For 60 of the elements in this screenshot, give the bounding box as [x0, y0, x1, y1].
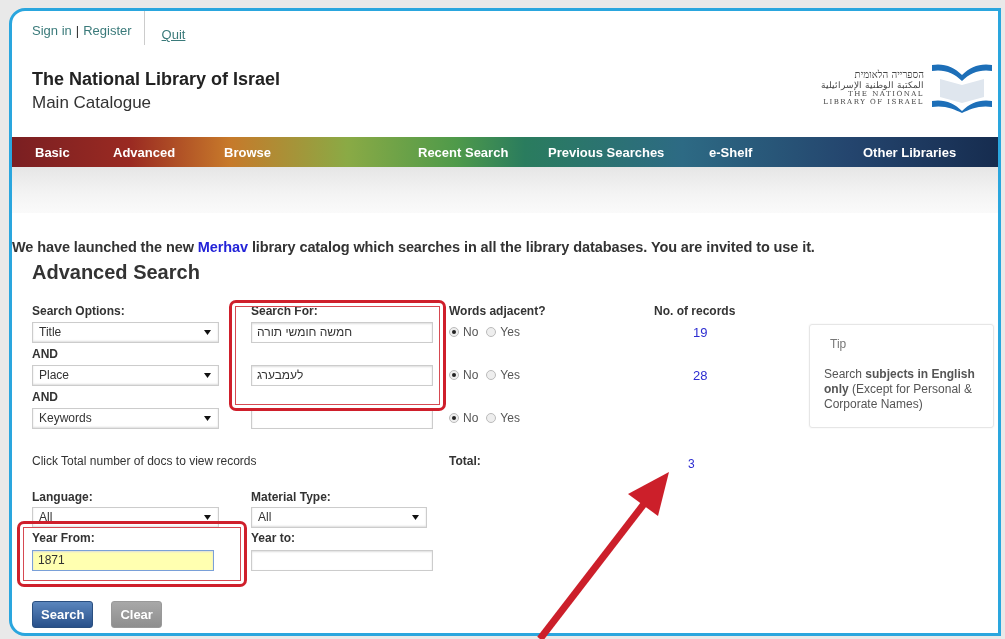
select-field[interactable]: Place [32, 364, 219, 386]
select-field[interactable]: All [251, 506, 427, 528]
nav-tab[interactable]: Basic [35, 145, 70, 160]
column-label: Search Options: [32, 304, 125, 318]
radio-button[interactable] [486, 327, 497, 337]
caret-icon [204, 514, 211, 520]
quit-link[interactable]: Quit [161, 27, 186, 42]
column-label: Words adjacent? [449, 304, 546, 318]
page-heading: Advanced Search [32, 261, 201, 284]
field-label: Year to: [251, 531, 295, 545]
field-label: Year From: [32, 531, 95, 545]
radio-button[interactable] [449, 413, 459, 423]
radio-button[interactable] [449, 370, 459, 380]
site-title: The National Library of Israel [32, 69, 281, 90]
caret-icon [204, 329, 211, 335]
radio-label: No [463, 325, 479, 339]
total-label: Total: [449, 454, 481, 468]
select-field[interactable]: All [32, 506, 219, 528]
radio-label: No [463, 368, 479, 382]
field-label: Language: [32, 490, 93, 504]
radio-label: Yes [500, 325, 520, 339]
form-button[interactable]: Search [32, 601, 94, 628]
total-count-link[interactable]: 3 [688, 457, 695, 471]
select-field[interactable]: Title [32, 321, 219, 343]
hint-text: Click Total number of docs to view records [32, 454, 257, 468]
year-field[interactable] [251, 549, 433, 571]
select-field[interactable]: Keywords [32, 407, 219, 429]
record-count-link[interactable]: 19 [693, 324, 708, 340]
radio-label: Yes [500, 411, 520, 425]
record-count-link[interactable]: 28 [693, 367, 708, 383]
logo-text: הספרייה הלאומית [854, 68, 924, 80]
nav-tab[interactable]: Previous Searches [548, 145, 665, 160]
nav-tab[interactable]: Other Libraries [863, 145, 957, 160]
site-subtitle: Main Catalogue [32, 93, 153, 113]
radio-button[interactable] [486, 413, 497, 423]
field-label: Material Type: [251, 490, 331, 504]
nav-tab[interactable]: Recent Search [418, 145, 509, 160]
search-field[interactable]: חמשה חומשי תורה [251, 321, 433, 343]
caret-icon [412, 514, 419, 520]
year-field[interactable]: 1871 [32, 549, 214, 571]
logo-text: المكتبة الوطنية الإسرائيلية [821, 79, 924, 90]
radio-label: Yes [500, 368, 520, 382]
column-label: No. of records [654, 304, 736, 318]
search-field[interactable]: לעמבערג [251, 364, 433, 386]
register-link[interactable]: Register [83, 23, 132, 45]
radio-button[interactable] [486, 370, 497, 380]
radio-label: No [463, 411, 479, 425]
nav-tab[interactable]: e-Shelf [709, 145, 753, 160]
separator: | [75, 23, 80, 40]
caret-icon [204, 372, 211, 378]
tip-text: Search subjects in English only (Except for Personal & Corporate Names) [824, 367, 976, 412]
sign-in-link[interactable]: Sign in [32, 23, 72, 45]
caret-icon [204, 415, 211, 421]
connector-label: AND [32, 346, 58, 361]
connector-label: AND [32, 389, 58, 404]
tip-title: Tip [829, 337, 848, 351]
nav-tab[interactable]: Advanced [113, 145, 176, 160]
notice-text: We have launched the new Merhav library catalog which searches in all the library databases. You are invited to use it. [12, 238, 816, 255]
radio-button[interactable] [449, 327, 459, 337]
merhav-link[interactable]: Merhav [197, 239, 248, 255]
